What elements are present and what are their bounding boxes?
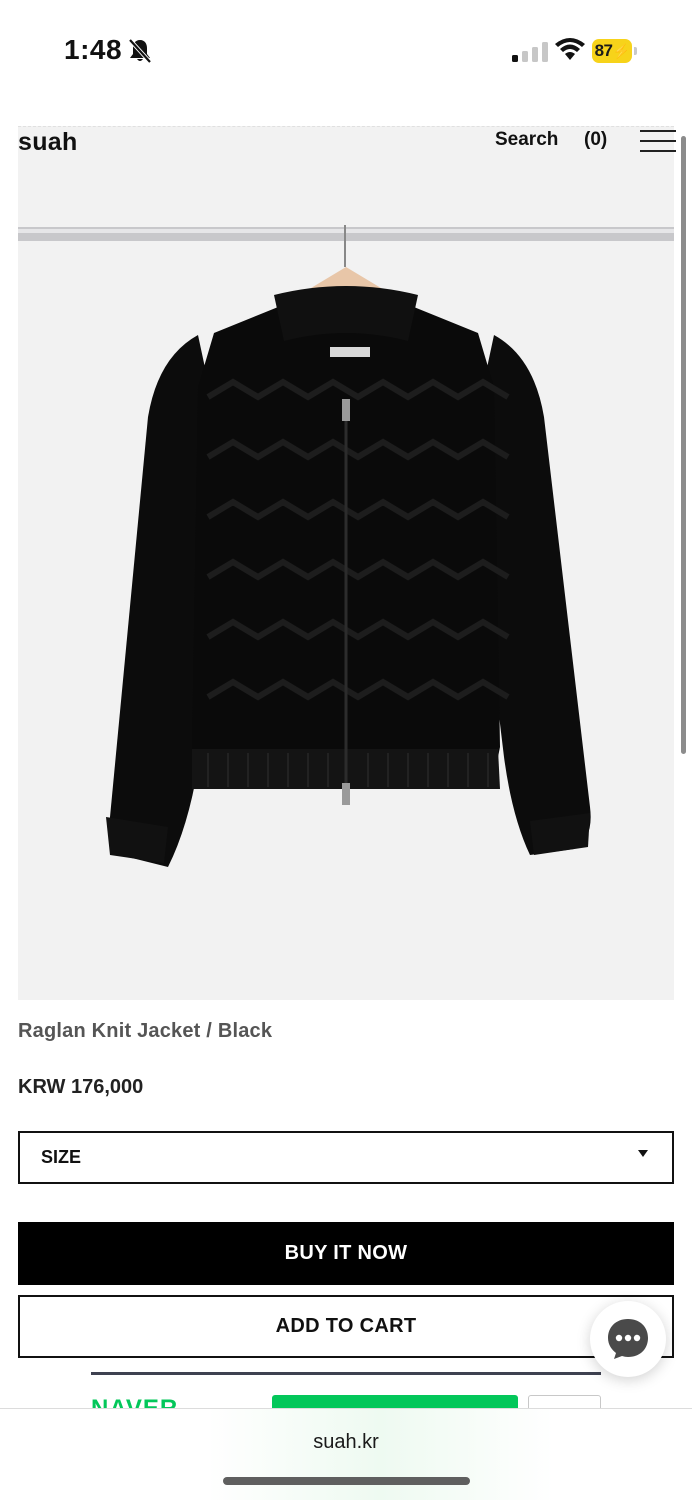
menu-icon[interactable]: [640, 128, 676, 154]
battery-percent: 87: [594, 41, 613, 60]
chat-button[interactable]: [590, 1301, 666, 1377]
product-image[interactable]: suah: [18, 126, 674, 1000]
battery-level: 87⚡: [592, 39, 632, 63]
battery-cap: [634, 47, 637, 55]
scrollbar[interactable]: [681, 136, 686, 754]
product-price: KRW 176,000: [18, 1076, 144, 1098]
buy-now-button[interactable]: BUY IT NOW: [18, 1222, 674, 1285]
url-text[interactable]: suah.kr: [0, 1431, 692, 1454]
naver-pay-section: NAVER: [91, 1372, 601, 1410]
chat-icon: [608, 1319, 648, 1359]
caret-down-icon: [638, 1150, 648, 1157]
jacket-illustration: suah: [18, 225, 674, 867]
size-select[interactable]: SIZE: [18, 1131, 674, 1184]
size-select-label: SIZE: [41, 1147, 82, 1167]
search-link[interactable]: Search: [495, 129, 558, 151]
product-name: Raglan Knit Jacket / Black: [18, 1020, 273, 1042]
status-time: 1:48: [64, 34, 123, 65]
home-indicator[interactable]: [223, 1477, 470, 1485]
site-logo[interactable]: suah: [18, 128, 78, 157]
add-to-cart-button[interactable]: ADD TO CART: [18, 1295, 674, 1358]
cart-link[interactable]: (0): [584, 129, 607, 151]
wifi-icon: [555, 38, 585, 60]
browser-url-bar[interactable]: suah.kr: [0, 1408, 692, 1500]
signal-icon: [512, 42, 548, 62]
status-bar: 1:48 87⚡: [0, 0, 692, 100]
battery-icon: 87⚡: [592, 39, 638, 63]
bell-slash-icon: [128, 38, 152, 64]
